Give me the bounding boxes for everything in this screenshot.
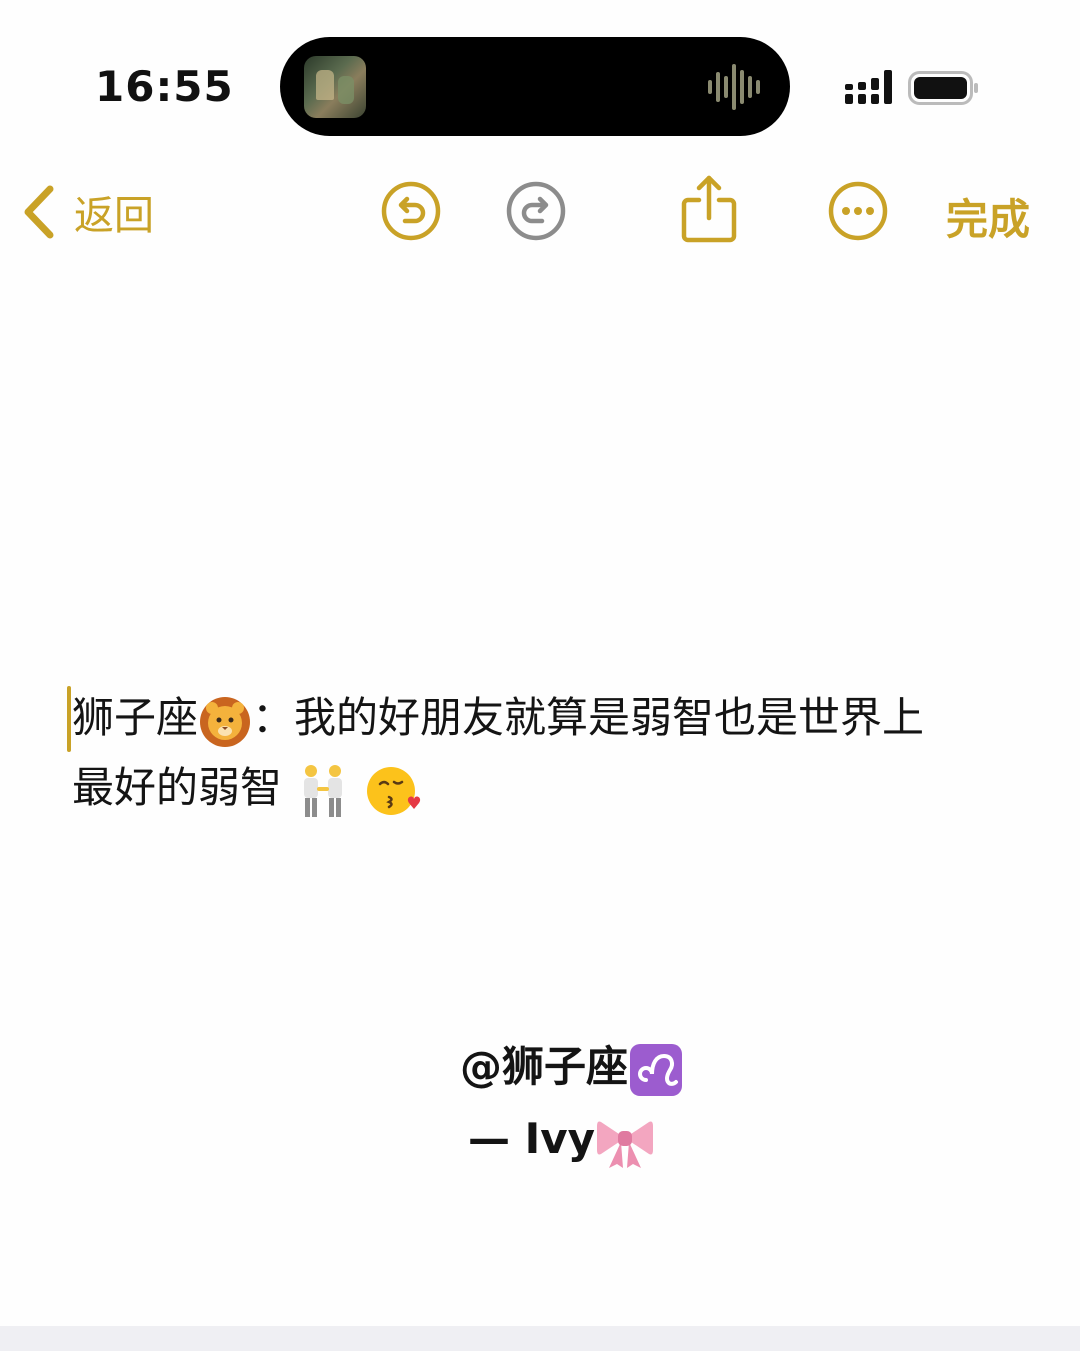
ribbon-emoji-icon — [597, 1121, 654, 1168]
note-text: ：我的好朋友就算是弱智也是世界上 — [252, 693, 925, 742]
share-icon[interactable] — [680, 174, 738, 244]
cellular-signal-icon — [845, 70, 892, 104]
back-label: 返回 — [74, 193, 154, 239]
text-cursor — [67, 686, 71, 752]
battery-icon — [908, 71, 978, 105]
bottom-bar — [0, 1326, 1080, 1351]
note-line-2[interactable]: 最好的弱智 — [72, 758, 421, 819]
face-blowing-kiss-emoji-icon — [366, 766, 420, 815]
leo-zodiac-emoji-icon — [630, 1043, 683, 1096]
note-text: 狮子座 — [72, 693, 199, 742]
album-art[interactable] — [304, 56, 366, 118]
signature-name-text: — Ivy — [468, 1114, 596, 1163]
signature-name: — Ivy — [468, 1110, 655, 1170]
lion-face-emoji-icon — [200, 696, 251, 747]
more-options-icon[interactable] — [827, 180, 889, 242]
audio-waveform-icon — [708, 64, 760, 110]
signature-handle-text: @狮子座 — [460, 1042, 629, 1091]
two-men-holding-hands-emoji-icon — [304, 764, 343, 817]
notes-screen: 16:55 返回 完成 狮子座 ：我的好朋友就算是弱智也是世界上 最好的弱智 @… — [0, 0, 1080, 1351]
status-time: 16:55 — [95, 62, 234, 111]
undo-icon[interactable] — [380, 180, 442, 242]
note-line-1[interactable]: 狮子座 ：我的好朋友就算是弱智也是世界上 — [72, 688, 924, 748]
redo-icon[interactable] — [505, 180, 567, 242]
done-button[interactable]: 完成 — [946, 186, 1030, 247]
chevron-left-icon — [24, 185, 54, 239]
dynamic-island[interactable] — [280, 37, 790, 136]
note-text: 最好的弱智 — [72, 763, 283, 812]
back-button[interactable]: 返回 — [22, 182, 154, 242]
signature-handle: @狮子座 — [460, 1038, 684, 1098]
